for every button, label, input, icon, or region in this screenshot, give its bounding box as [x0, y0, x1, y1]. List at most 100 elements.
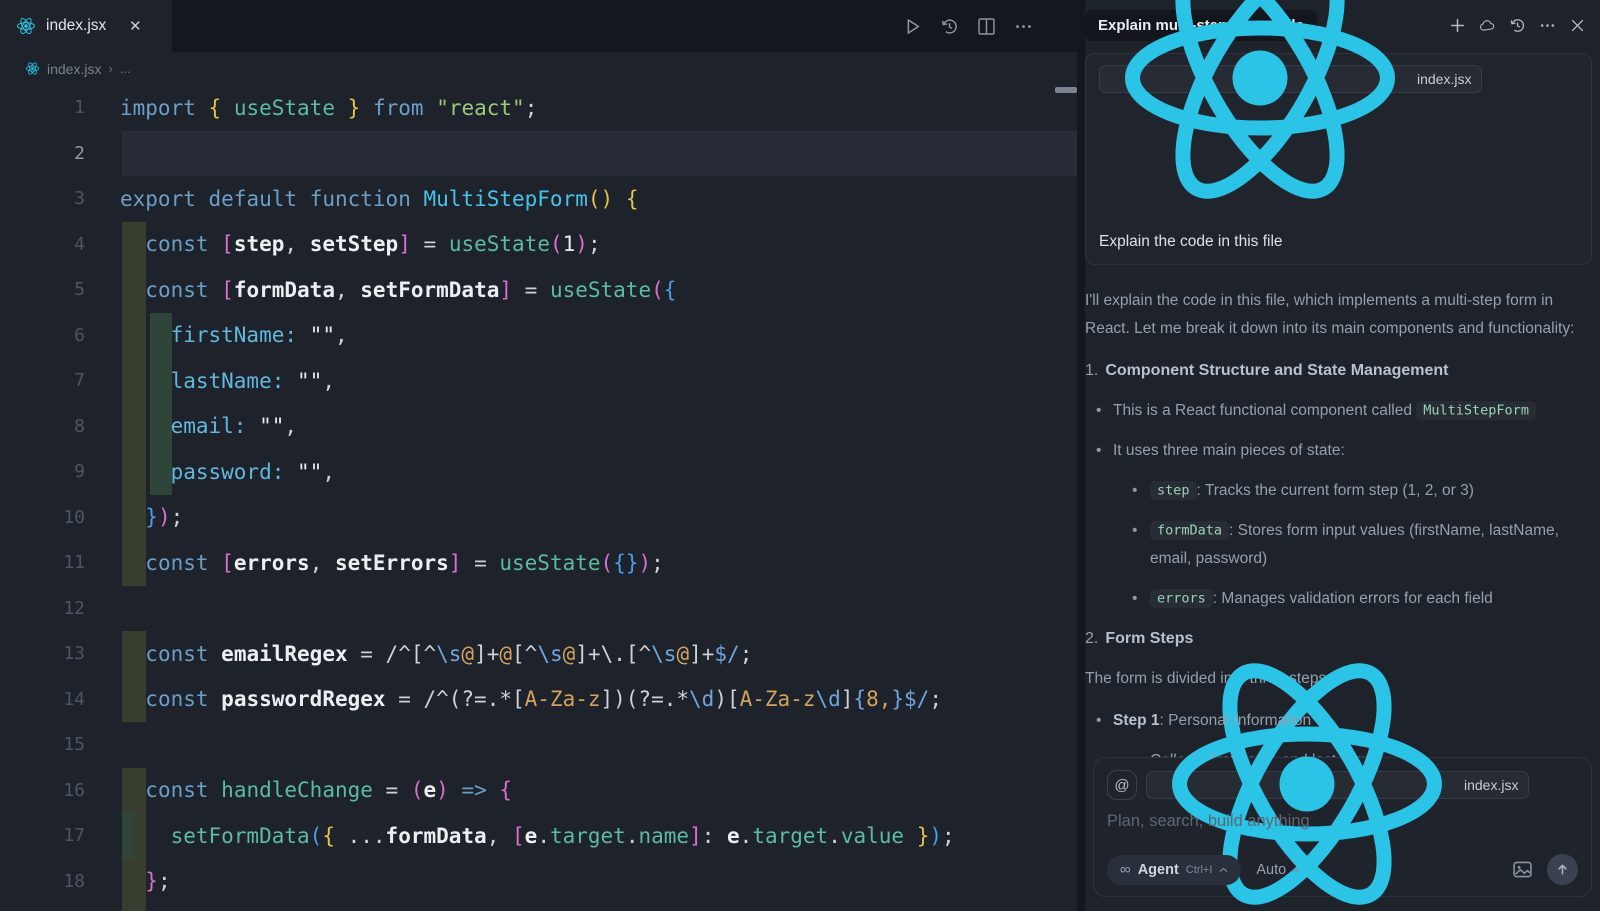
breadcrumb-ellipsis[interactable]: ... [120, 61, 131, 76]
composer-attachment-label: index.jsx [1464, 777, 1518, 793]
code-text: const [errors, setErrors] = useState({})… [120, 551, 664, 575]
code-text: const [formData, setFormData] = useState… [120, 278, 676, 302]
text-run: : Personal Information [1160, 712, 1312, 729]
model-selector[interactable]: Auto [1256, 862, 1300, 878]
bullet-icon: • [1096, 707, 1101, 735]
code-line-3: 3 export default function MultiStepForm()… [0, 176, 1077, 222]
minimap-slider[interactable] [1055, 87, 1077, 93]
response-bullet-item: • Collects first name and last name [1085, 747, 1586, 758]
line-number: 15 [0, 734, 85, 755]
heading-number: 2. [1085, 625, 1098, 653]
response-paragraph: I'll explain the code in this file, whic… [1085, 287, 1586, 343]
code-line-18: 18 }; [0, 859, 1077, 905]
run-icon[interactable] [903, 17, 922, 36]
chevron-up-icon [1291, 867, 1300, 873]
composer-context-row: @ index.jsx [1107, 770, 1578, 800]
timeline-icon[interactable] [940, 17, 959, 36]
react-icon [25, 61, 40, 76]
code-text: setFormData({ ...formData, [e.target.nam… [120, 824, 955, 848]
close-icon[interactable]: ✕ [126, 17, 144, 35]
user-message: index.jsx Explain the code in this file [1085, 53, 1592, 265]
response-heading: 1.Component Structure and State Manageme… [1085, 357, 1586, 385]
code-text: }); [120, 505, 183, 529]
code-line-17: 17 setFormData({ ...formData, [e.target.… [0, 813, 1077, 859]
inline-code-chip: MultiStepForm [1416, 401, 1536, 420]
chat-panel: Explain multi-step form code index.jsx E… [1077, 0, 1600, 911]
arrow-up-icon [1555, 862, 1570, 877]
line-number: 1 [0, 97, 85, 118]
infinity-icon: ∞ [1120, 861, 1131, 878]
react-icon [16, 16, 36, 36]
line-number: 11 [0, 552, 85, 573]
composer-attachment-chip[interactable]: index.jsx [1146, 771, 1529, 799]
image-icon [1512, 859, 1533, 880]
breadcrumb[interactable]: index.jsx › ... [0, 52, 1077, 85]
attachment-chip[interactable]: index.jsx [1099, 65, 1482, 93]
code-line-14: 14 const passwordRegex = /^(?=.*[A-Za-z]… [0, 677, 1077, 723]
response-bullet-item: •It uses three main pieces of state: [1085, 437, 1586, 465]
tab-index-jsx[interactable]: index.jsx ✕ [0, 0, 172, 52]
chat-history-icon[interactable] [1509, 17, 1526, 34]
tab-bar: index.jsx ✕ [0, 0, 1077, 52]
code-text: import { useState } from "react"; [120, 96, 537, 120]
app-window: index.jsx ✕ index.jsx › ... 1 import { us… [0, 0, 1600, 911]
attach-image-button[interactable] [1512, 859, 1533, 880]
code-line-1: 1 import { useState } from "react"; [0, 85, 1077, 131]
line-number: 3 [0, 188, 85, 209]
code-text: export default function MultiStepForm() … [120, 187, 638, 211]
response-bullet-item: •This is a React functional component ca… [1085, 397, 1586, 425]
line-number: 13 [0, 643, 85, 664]
code-line-11: 11 const [errors, setErrors] = useState(… [0, 540, 1077, 586]
bullet-icon: • [1132, 747, 1137, 758]
code-line-12: 12 [0, 586, 1077, 632]
line-number: 9 [0, 461, 85, 482]
cloud-icon[interactable] [1479, 17, 1496, 34]
editor-toolbar [903, 0, 1077, 52]
text-run: : Tracks the current form step (1, 2, or… [1197, 482, 1474, 499]
line-number: 7 [0, 370, 85, 391]
bullet-icon: • [1132, 517, 1137, 545]
code-line-5: 5 const [formData, setFormData] = useSta… [0, 267, 1077, 313]
line-number: 10 [0, 507, 85, 528]
bullet-icon: • [1096, 397, 1101, 425]
line-number: 5 [0, 279, 85, 300]
send-button[interactable] [1547, 854, 1578, 885]
code-line-10: 10 }); [0, 495, 1077, 541]
line-number: 14 [0, 689, 85, 710]
code-text: const handleChange = (e) => { [120, 778, 512, 802]
text-run: Collects first name and last name [1150, 752, 1379, 758]
chevron-up-icon [1219, 867, 1228, 873]
line-number: 18 [0, 871, 85, 892]
bold-text: Step 1 [1113, 712, 1160, 729]
line-number: 4 [0, 234, 85, 255]
new-chat-icon[interactable] [1449, 17, 1466, 34]
inline-code-chip: errors [1150, 589, 1213, 608]
code-editor[interactable]: 1 import { useState } from "react"; 2 3 expo… [0, 85, 1077, 911]
inline-code-chip: step [1150, 481, 1197, 500]
agent-mode-selector[interactable]: ∞ Agent Ctrl+I [1107, 855, 1241, 885]
inline-code-chip: formData [1150, 521, 1229, 540]
code-line-2: 2 [0, 131, 1077, 177]
chevron-right-icon: › [108, 61, 112, 76]
code-line-15: 15 [0, 722, 1077, 768]
code-text: email: "", [120, 414, 297, 438]
code-line-16: 16 const handleChange = (e) => { [0, 768, 1077, 814]
code-text: lastName: "", [120, 369, 335, 393]
chat-composer[interactable]: @ index.jsx Plan, search, build anything… [1093, 757, 1592, 897]
tab-bar-spacer [172, 0, 903, 52]
chat-header-actions [1449, 17, 1592, 34]
code-text: const emailRegex = /^[^\s@]+@[^\s@]+\.[^… [120, 642, 752, 666]
response-bullet-item: • Step 1: Personal Information [1085, 707, 1586, 735]
more-actions-icon[interactable] [1014, 17, 1033, 36]
heading-text: Component Structure and State Management [1105, 357, 1448, 385]
split-editor-icon[interactable] [977, 17, 996, 36]
user-message-text: Explain the code in this file [1099, 233, 1578, 251]
close-panel-icon[interactable] [1569, 17, 1586, 34]
chat-input[interactable]: Plan, search, build anything [1107, 812, 1578, 831]
breadcrumb-file[interactable]: index.jsx [47, 61, 101, 77]
mention-button[interactable]: @ [1107, 770, 1137, 800]
react-icon [1110, 0, 1410, 231]
code-text: password: "", [120, 460, 335, 484]
more-options-icon[interactable] [1539, 17, 1556, 34]
composer-actions-row: ∞ Agent Ctrl+I Auto [1107, 854, 1578, 885]
